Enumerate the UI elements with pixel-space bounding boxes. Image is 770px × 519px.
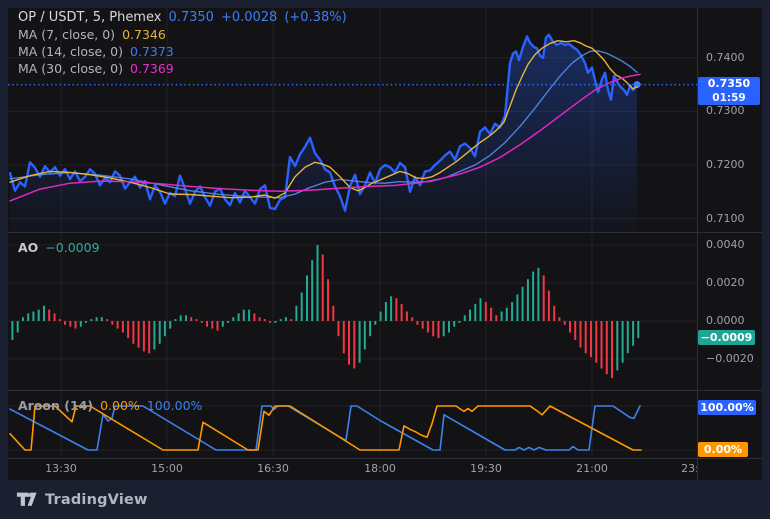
last-price: 0.7350 — [168, 10, 214, 25]
ao-legend: AO −0.0009 — [18, 239, 100, 256]
tradingview-chart-page: OP / USDT, 5, Phemex 0.7350 +0.0028 (+0.… — [0, 0, 770, 519]
price-axis-tick: 0.7400 — [706, 51, 745, 65]
aroon-legend: Aroon (14) 0.00% 100.00% — [18, 397, 202, 414]
ma7-value: 0.7346 — [122, 27, 166, 42]
price-axis-tick: 0.7300 — [706, 104, 745, 118]
price-axis-tick: 0.7200 — [706, 158, 745, 172]
ma14-legend-row[interactable]: MA (14, close, 0) 0.7373 — [18, 43, 347, 60]
time-axis-tick: 19:30 — [470, 462, 502, 475]
ma14-label: MA (14, close, 0) — [18, 44, 123, 59]
aroon-up-value: 100.00% — [147, 398, 203, 413]
price-change-abs: +0.0028 — [221, 10, 277, 25]
time-axis-tick: 13:30 — [45, 462, 77, 475]
time-axis-tick: 23: — [681, 462, 697, 475]
time-axis-tick: 21:00 — [576, 462, 608, 475]
time-axis-tick: 16:30 — [257, 462, 289, 475]
last-price-badge: 0.7350 01:59 — [698, 77, 760, 105]
price-axis-tick: 0.7100 — [706, 212, 745, 226]
ma14-value: 0.7373 — [130, 44, 174, 59]
tradingview-brand-text[interactable]: TradingView — [45, 492, 148, 508]
footer-bar: TradingView — [0, 480, 770, 519]
price-change-pct: (+0.38%) — [284, 10, 346, 25]
ma30-value: 0.7369 — [130, 61, 174, 76]
ao-value-badge: −0.0009 — [698, 330, 755, 345]
aroon-legend-row[interactable]: Aroon (14) 0.00% 100.00% — [18, 397, 202, 414]
aroon-down-value: 0.00% — [100, 398, 140, 413]
ma7-legend-row[interactable]: MA (7, close, 0) 0.7346 — [18, 26, 347, 43]
aroon-down-badge: 0.00% — [698, 442, 748, 457]
main-chart-legend: OP / USDT, 5, Phemex 0.7350 +0.0028 (+0.… — [18, 9, 347, 77]
tradingview-logo-icon[interactable] — [16, 491, 37, 508]
symbol-row[interactable]: OP / USDT, 5, Phemex 0.7350 +0.0028 (+0.… — [18, 9, 347, 26]
ma30-label: MA (30, close, 0) — [18, 61, 123, 76]
time-axis-tick: 15:00 — [151, 462, 183, 475]
chart-canvas[interactable] — [0, 0, 770, 519]
aroon-up-badge: 100.00% — [698, 400, 756, 415]
ma30-legend-row[interactable]: MA (30, close, 0) 0.7369 — [18, 60, 347, 77]
ao-axis-tick: 0.0020 — [706, 276, 745, 290]
aroon-indicator-label: Aroon (14) — [18, 398, 93, 413]
ao-legend-row[interactable]: AO −0.0009 — [18, 239, 100, 256]
ao-indicator-label: AO — [18, 240, 38, 255]
time-axis[interactable]: 13:30 15:00 16:30 18:00 19:30 21:00 23: — [8, 458, 697, 480]
ao-axis-tick: 0.0040 — [706, 238, 745, 252]
ma7-label: MA (7, close, 0) — [18, 27, 115, 42]
ao-axis-tick: 0.0000 — [706, 314, 745, 328]
time-axis-tick: 18:00 — [364, 462, 396, 475]
bar-countdown: 01:59 — [698, 91, 760, 105]
ao-axis-tick: −0.0020 — [706, 352, 754, 366]
ao-indicator-value: −0.0009 — [45, 240, 99, 255]
last-price-badge-value: 0.7350 — [698, 77, 760, 91]
symbol-title[interactable]: OP / USDT, 5, Phemex — [18, 10, 161, 25]
